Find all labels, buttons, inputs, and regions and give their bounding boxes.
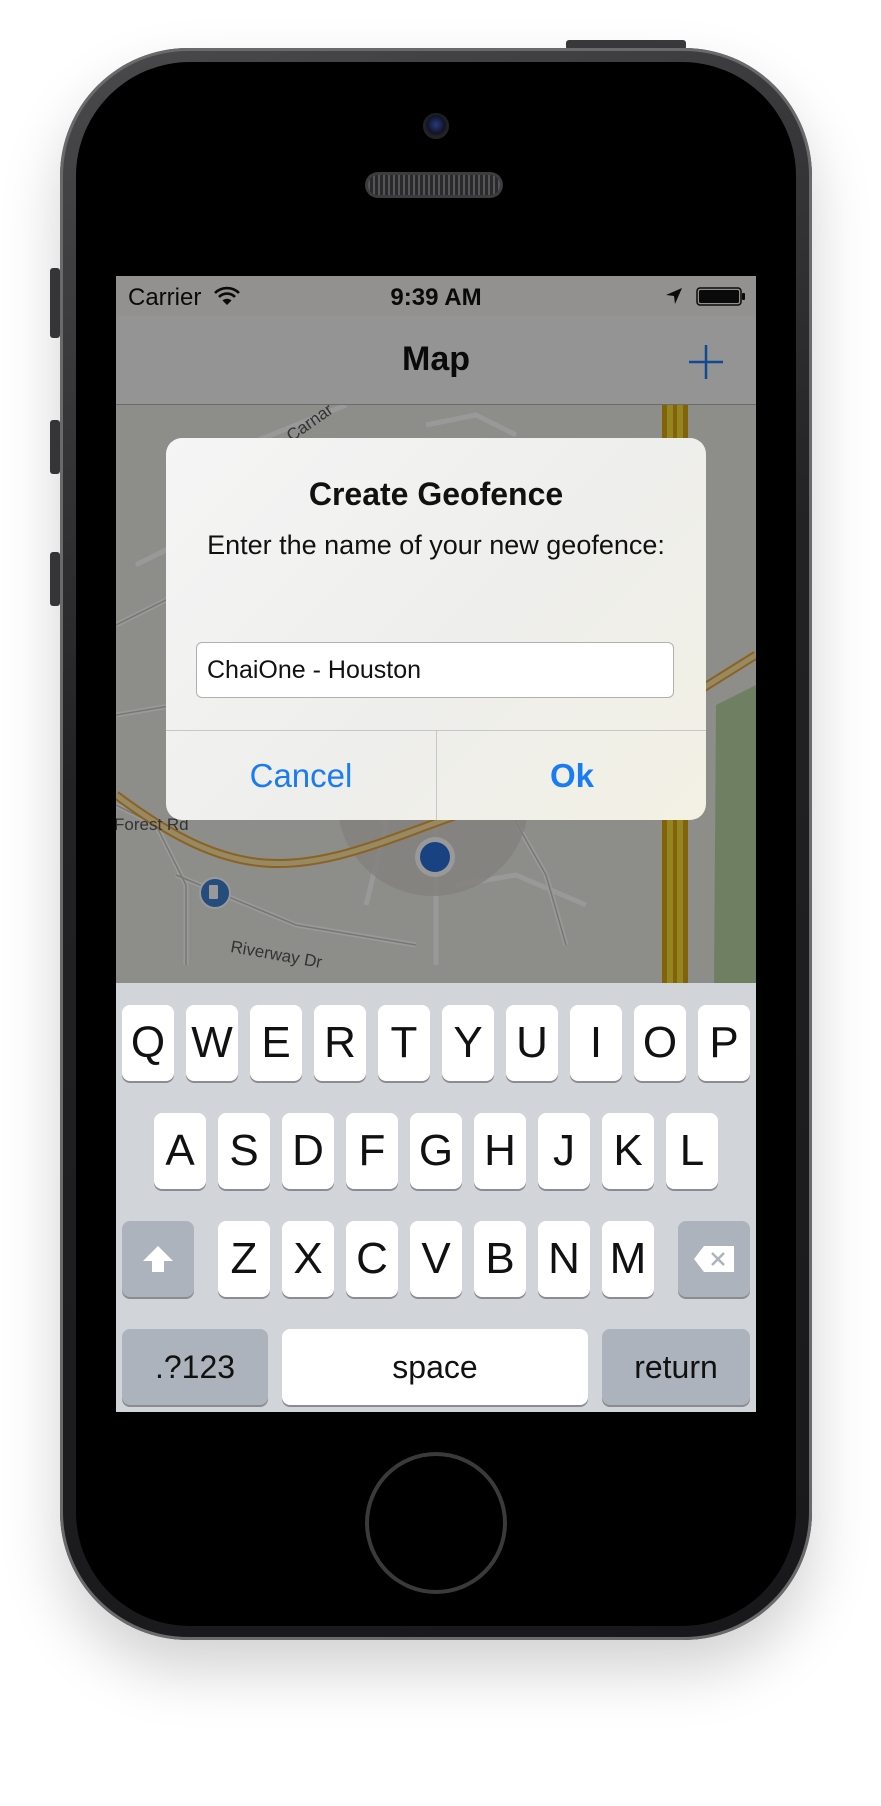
- geofence-name-input[interactable]: [196, 642, 674, 698]
- volume-down-button: [50, 552, 60, 606]
- alert-title: Create Geofence: [308, 476, 564, 512]
- key-l[interactable]: L: [666, 1113, 718, 1189]
- return-key[interactable]: return: [602, 1329, 750, 1405]
- key-v[interactable]: V: [410, 1221, 462, 1297]
- key-k[interactable]: K: [602, 1113, 654, 1189]
- volume-up-button: [50, 420, 60, 474]
- alert-message: Enter the name of your new geofence:: [207, 530, 665, 560]
- key-z[interactable]: Z: [218, 1221, 270, 1297]
- shift-key[interactable]: [122, 1221, 194, 1297]
- front-camera: [423, 113, 449, 139]
- shift-icon: [143, 1246, 173, 1272]
- earpiece-speaker: [365, 172, 503, 198]
- key-h[interactable]: H: [474, 1113, 526, 1189]
- key-q[interactable]: Q: [122, 1005, 174, 1081]
- key-e[interactable]: E: [250, 1005, 302, 1081]
- key-i[interactable]: I: [570, 1005, 622, 1081]
- screen: Carrier 9:39 AM Map Forest Rd Riverway D…: [116, 276, 756, 1412]
- delete-icon: [694, 1246, 734, 1272]
- mute-switch: [50, 268, 60, 338]
- key-m[interactable]: M: [602, 1221, 654, 1297]
- key-j[interactable]: J: [538, 1113, 590, 1189]
- key-p[interactable]: P: [698, 1005, 750, 1081]
- create-geofence-alert: Create Geofence Enter the name of your n…: [166, 438, 706, 820]
- key-f[interactable]: F: [346, 1113, 398, 1189]
- key-a[interactable]: A: [154, 1113, 206, 1189]
- key-u[interactable]: U: [506, 1005, 558, 1081]
- key-y[interactable]: Y: [442, 1005, 494, 1081]
- key-o[interactable]: O: [634, 1005, 686, 1081]
- key-w[interactable]: W: [186, 1005, 238, 1081]
- numbers-key[interactable]: .?123: [122, 1329, 268, 1405]
- key-t[interactable]: T: [378, 1005, 430, 1081]
- delete-key[interactable]: [678, 1221, 750, 1297]
- key-s[interactable]: S: [218, 1113, 270, 1189]
- key-g[interactable]: G: [410, 1113, 462, 1189]
- space-key[interactable]: space: [282, 1329, 588, 1405]
- cancel-button[interactable]: Cancel: [166, 731, 436, 820]
- home-button[interactable]: [369, 1456, 503, 1590]
- key-c[interactable]: C: [346, 1221, 398, 1297]
- keyboard: Q W E R T Y U I O P A S D F G H J K L Z …: [116, 983, 756, 1412]
- key-d[interactable]: D: [282, 1113, 334, 1189]
- key-n[interactable]: N: [538, 1221, 590, 1297]
- ok-button[interactable]: Ok: [437, 731, 706, 820]
- key-r[interactable]: R: [314, 1005, 366, 1081]
- key-x[interactable]: X: [282, 1221, 334, 1297]
- key-b[interactable]: B: [474, 1221, 526, 1297]
